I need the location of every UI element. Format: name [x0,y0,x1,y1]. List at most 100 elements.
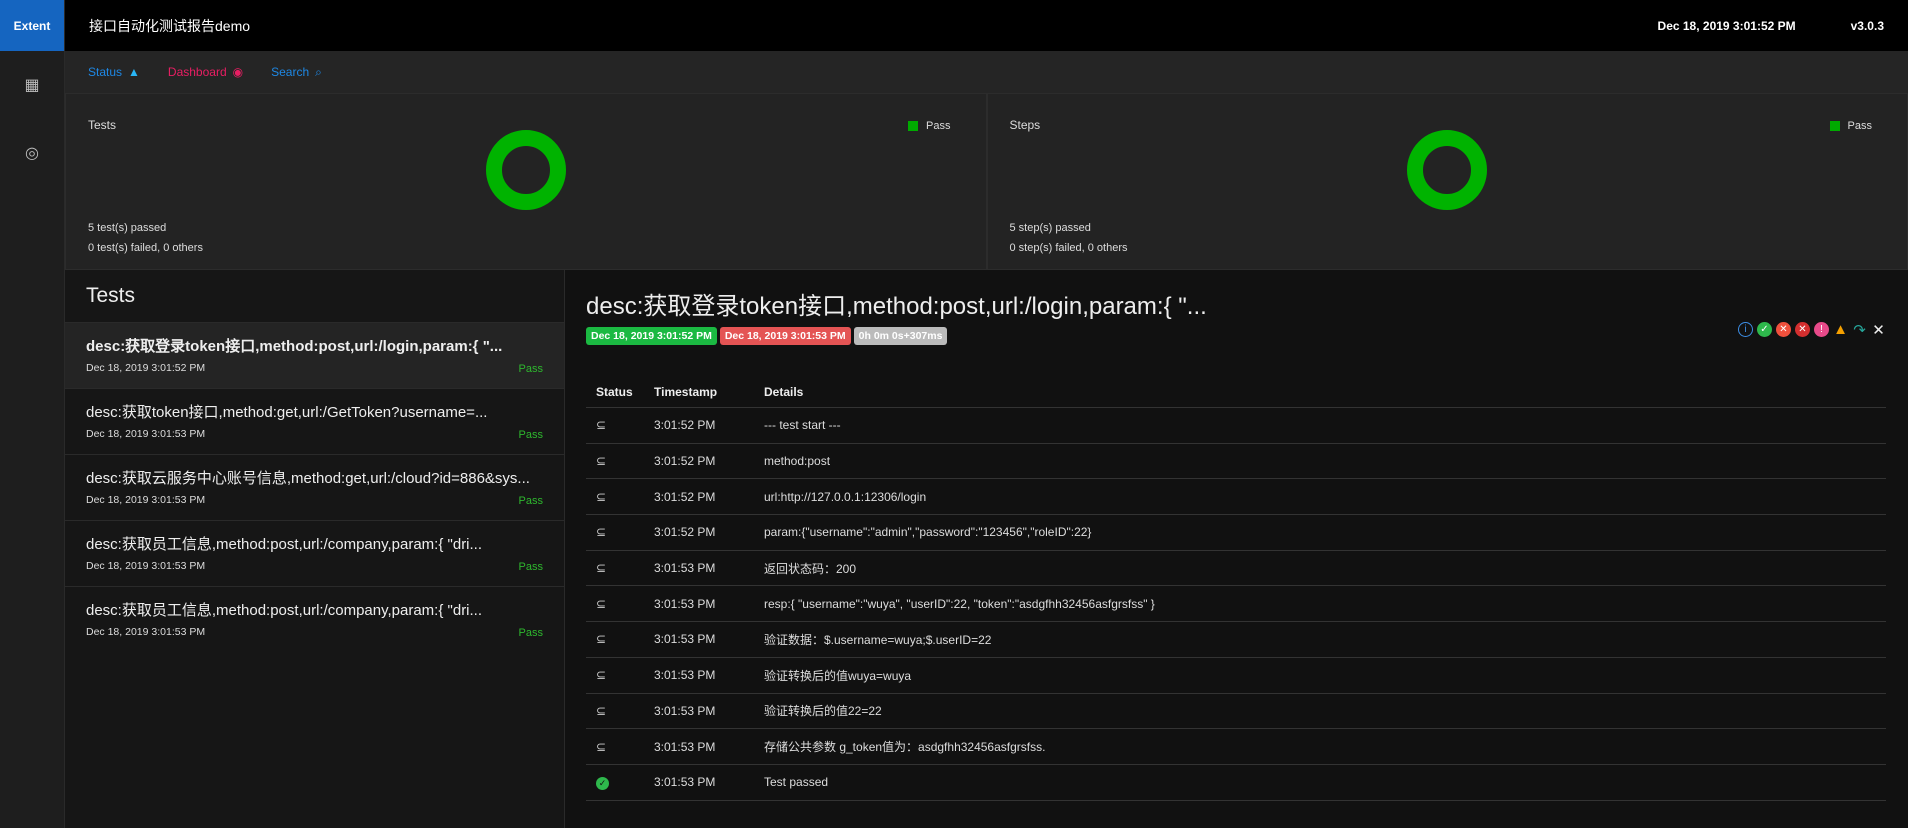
column-timestamp: Timestamp [644,377,754,408]
log-table: Status Timestamp Details ⊆ 3:01:52 PM --- … [586,377,1886,801]
search-icon: ⌕ [315,64,322,79]
test-date: Dec 18, 2019 3:01:53 PM [86,560,206,572]
status-filter-icons: i ✓ ✕ ✕ ! ▲ ↷ ✕ [1738,321,1886,339]
log-details: 存储公共参数 g_token值为：asdgfhh32456asfgrsfss. [754,728,1886,765]
test-title: desc:获取登录token接口,method:post,url:/login,… [586,293,1207,320]
log-details: Test passed [754,764,1886,801]
fatal-icon[interactable]: ✕ [1795,322,1810,337]
info-log-icon: ⊆ [596,668,607,683]
log-details: 验证转换后的值wuya=wuya [754,657,1886,694]
test-detail: desc:获取登录token接口,method:post,url:/login,… [566,270,1908,828]
log-time: 3:01:52 PM [644,407,754,444]
test-name: desc:获取token接口,method:get,url:/GetToken?… [86,404,488,421]
info-icon[interactable]: i [1738,322,1753,337]
test-status: Pass [518,495,543,507]
test-status: Pass [518,429,543,441]
column-details: Details [754,377,1886,408]
test-list-item[interactable]: desc:获取云服务中心账号信息,method:get,url:/cloud?i… [65,454,564,520]
status-filter[interactable]: Status ▲ [88,65,140,79]
duration-badge: 0h 0m 0s+307ms [853,327,948,345]
test-date: Dec 18, 2019 3:01:53 PM [86,494,206,506]
steps-summary-panel: Steps Pass 5 step(s) passed 0 step(s) fa… [986,93,1908,270]
radar-icon: ◉ [232,65,244,79]
test-name: desc:获取云服务中心账号信息,method:get,url:/cloud?i… [86,470,530,487]
log-time: 3:01:52 PM [644,443,754,480]
legend-pass: Pass [908,120,951,132]
log-row: ⊆ 3:01:53 PM 验证转换后的值wuya=wuya [586,657,1886,694]
info-log-icon: ⊆ [596,632,607,647]
info-log-icon: ⊆ [596,703,607,718]
legend-swatch [1829,121,1840,131]
info-log-icon: ⊆ [596,525,607,540]
error-icon[interactable]: ! [1814,322,1829,337]
report-title: 接口自动化测试报告demo [89,17,251,34]
warning-triangle-icon: ▲ [128,65,140,79]
dashboard-grid-icon[interactable]: ▦ [0,51,64,119]
log-row: ⊆ 3:01:52 PM method:post [586,443,1886,480]
test-list-title: Tests [86,284,136,307]
search-toggle[interactable]: Search ⌕ [271,65,322,80]
report-date: Dec 18, 2019 3:01:52 PM [1657,18,1796,33]
log-time: 3:01:53 PM [644,585,754,623]
log-details: param:{"username":"admin","password":"12… [754,514,1886,551]
steps-failed: 0 step(s) failed, 0 others [1009,242,1128,254]
steps-donut-chart [1407,130,1488,210]
tests-failed: 0 test(s) failed, 0 others [88,242,203,254]
dashboard-toggle[interactable]: Dashboard ◉ [168,65,243,79]
test-list-item[interactable]: desc:获取员工信息,method:post,url:/company,par… [65,586,564,652]
start-time-badge: Dec 18, 2019 3:01:52 PM [586,327,717,345]
info-log-icon: ⊆ [596,739,607,754]
log-time: 3:01:53 PM [644,550,754,587]
log-time: 3:01:53 PM [644,728,754,765]
log-row: ⊆ 3:01:53 PM resp:{ "username":"wuya", "us… [586,585,1886,623]
log-time: 3:01:53 PM [644,693,754,730]
legend-pass: Pass [1829,120,1872,132]
test-list-item[interactable]: desc:获取token接口,method:get,url:/GetToken?… [65,388,564,454]
test-list-item[interactable]: desc:获取登录token接口,method:post,url:/login,… [65,322,564,388]
test-status: Pass [518,363,543,375]
log-time: 3:01:53 PM [644,621,754,658]
test-date: Dec 18, 2019 3:01:53 PM [86,626,206,638]
skip-icon[interactable]: ↷ [1852,322,1867,339]
fail-icon[interactable]: ✕ [1776,322,1791,337]
test-date: Dec 18, 2019 3:01:52 PM [86,362,206,374]
pass-check-icon: ✓ [596,776,609,790]
log-time: 3:01:52 PM [644,514,754,551]
test-name: desc:获取员工信息,method:post,url:/company,par… [86,602,483,619]
test-list-item[interactable]: desc:获取员工信息,method:post,url:/company,par… [65,520,564,586]
log-row: ⊆ 3:01:53 PM 验证数据：$.username=wuya;$.userID… [586,621,1886,658]
close-icon[interactable]: ✕ [1871,322,1886,339]
test-date: Dec 18, 2019 3:01:53 PM [86,428,206,440]
log-details: url:http://127.0.0.1:12306/login [754,478,1886,516]
log-details: 验证数据：$.username=wuya;$.userID=22 [754,621,1886,658]
tests-donut-chart [485,130,566,210]
log-row: ⊆ 3:01:53 PM 存储公共参数 g_token值为：asdgfhh32456… [586,728,1886,765]
info-log-icon: ⊆ [596,596,607,611]
warning-icon[interactable]: ▲ [1833,321,1848,338]
tests-summary-panel: Tests Pass 5 test(s) passed 0 test(s) fa… [65,93,987,270]
brand-logo[interactable]: Extent [0,0,64,51]
log-details: resp:{ "username":"wuya", "userID":22, "… [754,585,1886,623]
log-details: --- test start --- [754,407,1886,444]
panel-title: Tests [88,118,117,132]
log-time: 3:01:53 PM [644,657,754,694]
test-list: Tests desc:获取登录token接口,method:post,url:/… [65,270,565,828]
test-name: desc:获取登录token接口,method:post,url:/login,… [86,338,503,355]
log-row: ✓ 3:01:53 PM Test passed [586,764,1886,801]
header: 接口自动化测试报告demo Dec 18, 2019 3:01:52 PM v3… [65,0,1908,51]
filter-bar: Status ▲ Dashboard ◉ Search ⌕ [65,51,1908,93]
pass-icon[interactable]: ✓ [1757,322,1772,337]
steps-passed: 5 step(s) passed [1009,222,1091,234]
info-log-icon: ⊆ [596,561,607,576]
tests-passed: 5 test(s) passed [88,222,167,234]
log-row: ⊆ 3:01:52 PM url:http://127.0.0.1:12306/lo… [586,478,1886,516]
log-details: 返回状态码：200 [754,550,1886,587]
dashboard: Tests Pass 5 test(s) passed 0 test(s) fa… [65,93,1908,270]
info-log-icon: ⊆ [596,454,607,469]
log-time: 3:01:52 PM [644,478,754,516]
info-log-icon: ⊆ [596,418,607,433]
log-row: ⊆ 3:01:53 PM 返回状态码：200 [586,550,1886,587]
log-row: ⊆ 3:01:52 PM param:{"username":"admin","pa… [586,514,1886,551]
info-log-icon: ⊆ [596,489,607,504]
dashboard-radar-icon[interactable]: ◎ [0,119,64,187]
